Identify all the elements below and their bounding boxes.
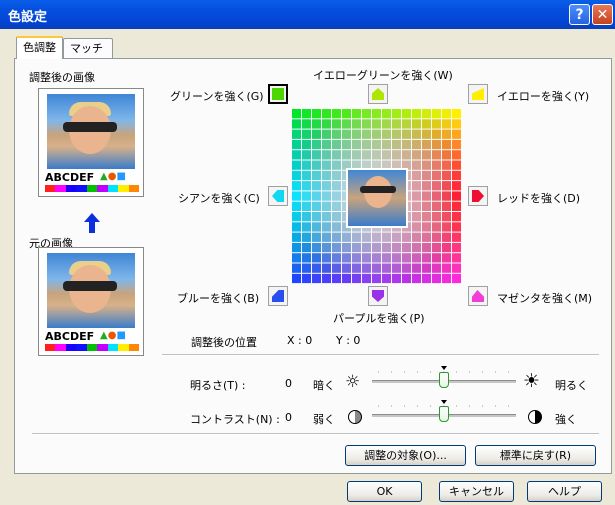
brightness-value: 0	[285, 377, 292, 390]
sample-text: ABCDEF	[45, 330, 95, 343]
color-strip	[45, 185, 139, 192]
yellow-green-button[interactable]	[368, 84, 388, 104]
brightness-high-label: 明るく	[555, 379, 588, 392]
green-button[interactable]	[268, 84, 288, 104]
ok-button[interactable]: OK	[347, 481, 422, 502]
contrast-low-label: 弱く	[313, 413, 335, 426]
brightness-label: 明るさ(T) :	[190, 379, 246, 392]
sample-text: ABCDEF	[45, 171, 95, 184]
contrast-value: 0	[285, 411, 292, 424]
color-settings-dialog: 色設定 ? ✕ 色調整 マッチング 調整後の画像 ABCDEF ▲●■ 元の画像…	[0, 0, 615, 505]
title-bar: 色設定 ? ✕	[0, 0, 615, 29]
position-label: 調整後の位置	[191, 336, 257, 349]
purple-button[interactable]	[368, 286, 388, 306]
green-label: グリーンを強く(G)	[170, 90, 264, 103]
adjusted-image-label: 調整後の画像	[29, 71, 95, 84]
yellow-button[interactable]	[468, 84, 488, 104]
adjusted-position-thumbnail[interactable]	[346, 168, 408, 228]
magenta-swatch-icon	[472, 290, 484, 302]
original-image-preview: ABCDEF ▲●■	[38, 247, 144, 356]
red-button[interactable]	[468, 186, 488, 206]
blue-button[interactable]	[268, 286, 288, 306]
tab-matching[interactable]: マッチング	[63, 38, 113, 74]
green-swatch-icon	[272, 88, 284, 100]
purple-label: パープルを強く(P)	[333, 312, 425, 325]
yellow-label: イエローを強く(Y)	[497, 90, 590, 103]
preview-photo	[47, 94, 135, 169]
yellow-green-swatch-icon	[372, 88, 384, 100]
divider	[162, 354, 599, 356]
brightness-low-label: 暗く	[313, 379, 335, 392]
sample-shapes-icon: ▲●■	[100, 171, 126, 182]
preview-photo	[47, 253, 135, 328]
red-label: レッドを強く(D)	[497, 192, 581, 205]
divider	[32, 433, 599, 435]
adjusted-image-preview: ABCDEF ▲●■	[38, 88, 144, 197]
blue-label: ブルーを強く(B)	[177, 292, 260, 305]
brightness-slider[interactable]	[372, 366, 516, 389]
contrast-slider-thumb[interactable]	[439, 406, 449, 422]
yellow-swatch-icon	[472, 88, 484, 100]
title-help-button[interactable]: ?	[569, 4, 590, 25]
position-x-value: X : 0	[287, 334, 313, 347]
brightness-slider-thumb[interactable]	[439, 372, 449, 388]
bright-sun-icon: ☀	[523, 370, 541, 392]
red-swatch-icon	[472, 190, 484, 202]
cancel-button[interactable]: キャンセル	[439, 481, 514, 502]
reset-default-button[interactable]: 標準に戻す(R)	[475, 445, 596, 466]
window-title: 色設定	[8, 10, 48, 25]
contrast-slider[interactable]	[372, 400, 516, 423]
high-contrast-icon	[528, 410, 542, 424]
yellow-green-label: イエローグリーンを強く(W)	[313, 69, 453, 82]
low-contrast-icon	[348, 410, 362, 424]
position-y-value: Y : 0	[336, 334, 361, 347]
purple-swatch-icon	[372, 290, 384, 302]
contrast-high-label: 強く	[555, 413, 577, 426]
contrast-label: コントラスト(N) :	[190, 413, 280, 426]
adjust-target-button[interactable]: 調整の対象(O)...	[345, 445, 466, 466]
blue-swatch-icon	[272, 290, 284, 302]
dim-sun-icon: ☼	[345, 372, 361, 392]
magenta-label: マゼンタを強く(M)	[497, 292, 593, 305]
cyan-label: シアンを強く(C)	[178, 192, 260, 205]
sample-shapes-icon: ▲●■	[100, 330, 126, 341]
cyan-swatch-icon	[272, 190, 284, 202]
magenta-button[interactable]	[468, 286, 488, 306]
help-button[interactable]: ヘルプ	[527, 481, 602, 502]
tab-color-adjust[interactable]: 色調整	[16, 36, 63, 59]
title-close-button[interactable]: ✕	[592, 4, 613, 25]
cyan-button[interactable]	[268, 186, 288, 206]
color-strip	[45, 344, 139, 351]
up-arrow-icon	[84, 213, 100, 233]
